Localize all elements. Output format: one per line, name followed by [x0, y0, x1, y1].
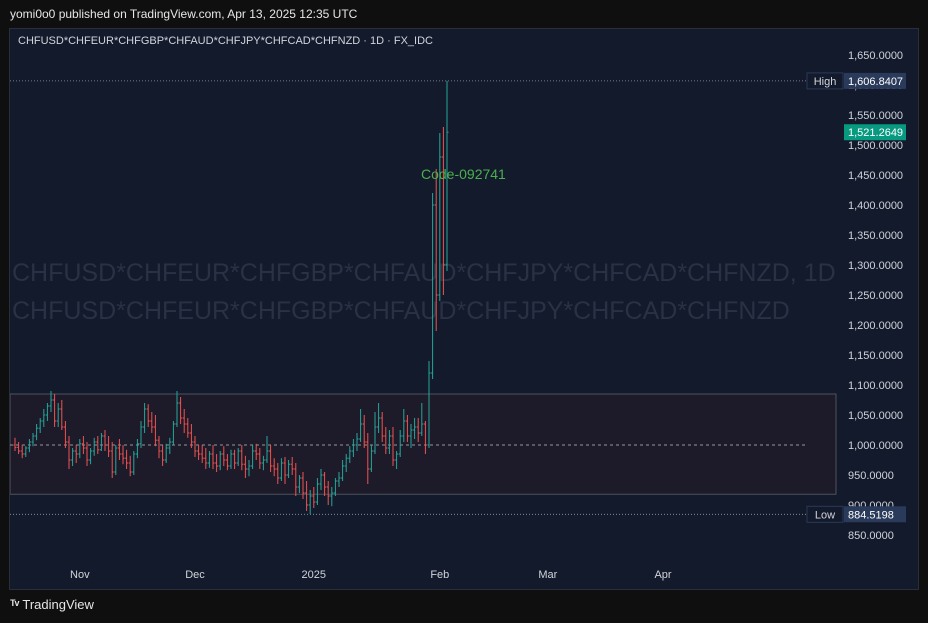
watermark-line-2: CHFUSD*CHFEUR*CHFGBP*CHFAUD*CHFJPY*CHFCA…: [12, 297, 790, 325]
tradingview-logo[interactable]: ᵀᵛ TradingView: [10, 597, 94, 612]
y-tick-label: 1,150.0000: [848, 350, 903, 362]
range-box: [10, 393, 837, 495]
y-tick-label: 1,550.0000: [848, 110, 903, 122]
x-tick-label: 2025: [302, 569, 326, 581]
y-tick-label: 1,000.0000: [848, 440, 903, 452]
footer-brand: TradingView: [22, 597, 94, 612]
y-tick-label: 1,500.0000: [848, 140, 903, 152]
watermark-line-1: CHFUSD*CHFEUR*CHFGBP*CHFAUD*CHFJPY*CHFCA…: [12, 259, 836, 287]
y-tick-label: 1,450.0000: [848, 170, 903, 182]
x-tick-label: Apr: [654, 569, 671, 581]
low-badge-label: Low: [815, 509, 835, 521]
y-tick-label: 950.0000: [848, 470, 894, 482]
chart-frame[interactable]: CHFUSD*CHFEUR*CHFGBP*CHFAUD*CHFJPY*CHFCA…: [9, 28, 919, 590]
y-tick-label: 1,100.0000: [848, 380, 903, 392]
y-tick-label: 1,350.0000: [848, 230, 903, 242]
x-tick-label: Dec: [185, 569, 205, 581]
last-price-badge: 1,521.2649: [844, 124, 906, 141]
x-tick-label: Feb: [430, 569, 449, 581]
price-chart[interactable]: CHFUSD*CHFEUR*CHFGBP*CHFAUD*CHFJPY*CHFCA…: [10, 29, 918, 589]
high-badge-label: High: [814, 76, 837, 88]
x-tick-label: Nov: [70, 569, 90, 581]
code-annotation: Code-092741: [421, 166, 506, 182]
high-badge: High 1,606.8407: [806, 72, 906, 90]
y-tick-label: 1,650.0000: [848, 50, 903, 62]
y-tick-label: 1,300.0000: [848, 260, 903, 272]
x-tick-label: Mar: [538, 569, 557, 581]
symbol-title[interactable]: CHFUSD*CHFEUR*CHFGBP*CHFAUD*CHFJPY*CHFCA…: [18, 35, 433, 47]
y-tick-label: 1,200.0000: [848, 320, 903, 332]
low-badge: Low 884.5198: [806, 505, 906, 523]
publisher-line: yomi0o0 published on TradingView.com, Ap…: [10, 7, 358, 21]
y-tick-label: 1,050.0000: [848, 410, 903, 422]
tradingview-logo-icon: ᵀᵛ: [10, 597, 19, 612]
low-badge-value: 884.5198: [848, 509, 894, 521]
y-tick-label: 1,400.0000: [848, 200, 903, 212]
y-tick-label: 1,250.0000: [848, 290, 903, 302]
watermark: CHFUSD*CHFEUR*CHFGBP*CHFAUD*CHFJPY*CHFCA…: [12, 259, 836, 325]
high-badge-value: 1,606.8407: [848, 76, 903, 88]
price-axis[interactable]: 1,650.00001,600.00001,550.00001,500.0000…: [848, 50, 903, 542]
range-rect: [10, 393, 837, 495]
y-tick-label: 850.0000: [848, 530, 894, 542]
last-price-badge-value: 1,521.2649: [848, 127, 903, 139]
time-axis[interactable]: Nov Dec 2025 Feb Mar Apr: [70, 569, 672, 581]
